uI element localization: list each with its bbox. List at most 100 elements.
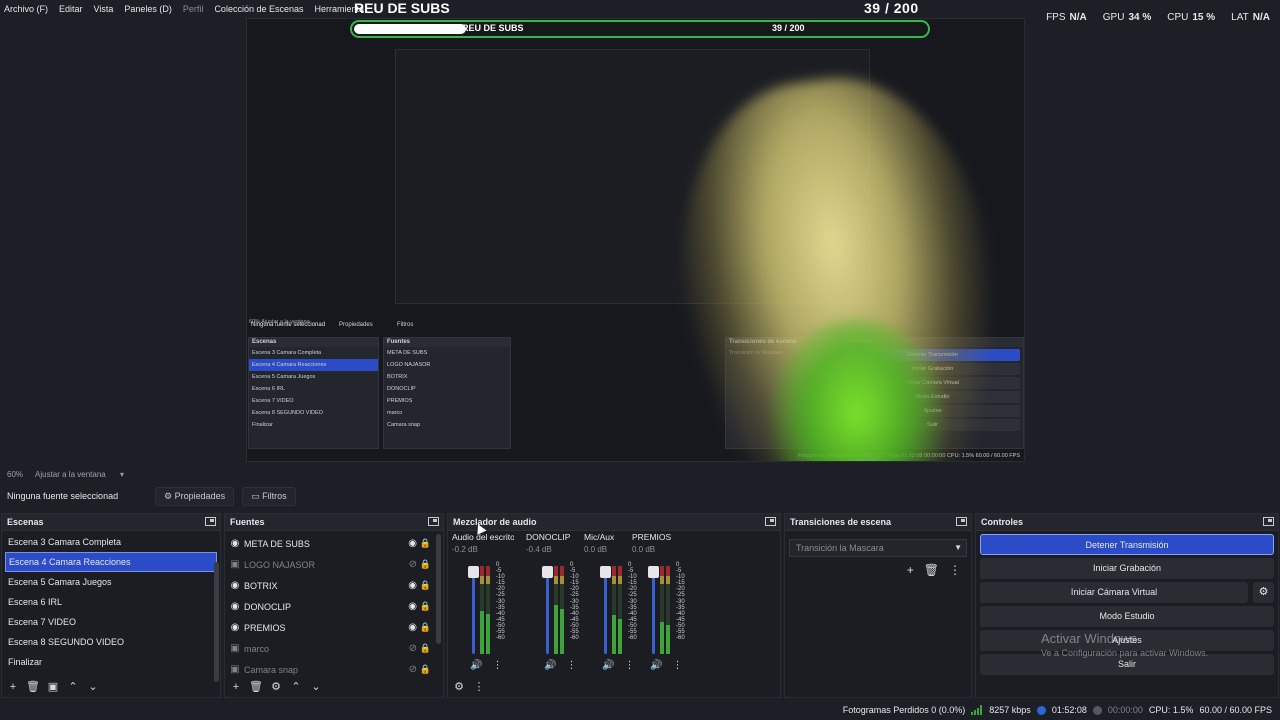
- eye-icon[interactable]: ◉: [408, 580, 417, 591]
- more-icon[interactable]: ⋮: [949, 563, 961, 577]
- audio-meter: [560, 566, 564, 654]
- lock-icon[interactable]: 🔒: [420, 601, 431, 612]
- speaker-icon[interactable]: 🔊: [602, 660, 614, 671]
- scene-item[interactable]: Escena 6 IRL: [2, 592, 220, 612]
- source-item[interactable]: ▣ marco ⊘ 🔒: [225, 638, 443, 659]
- lock-icon[interactable]: 🔒: [420, 664, 431, 675]
- mixer-channel: Audio del escrito -0.2 dB 🔊 ⋮ 0 -5 -10 -15 -20 -2…: [452, 532, 514, 680]
- scene-item[interactable]: Escena 5 Camara Juegos: [2, 572, 220, 592]
- scenes-scrollbar[interactable]: [214, 562, 219, 682]
- meter-scale-tick: -60: [676, 635, 685, 642]
- undock-icon[interactable]: [765, 517, 776, 526]
- volume-slider[interactable]: [542, 566, 553, 654]
- add-icon[interactable]: +: [229, 680, 243, 694]
- volume-slider-handle[interactable]: [468, 566, 479, 578]
- menu-paneles[interactable]: Paneles (D): [124, 4, 172, 14]
- trash-icon[interactable]: 🗑: [249, 680, 263, 694]
- source-item[interactable]: ◉ BOTRIX ◉ 🔒: [225, 575, 443, 596]
- lock-icon[interactable]: 🔒: [420, 559, 431, 570]
- mixer-title: Mezclador de audio: [453, 517, 537, 527]
- source-name: BOTRIX: [244, 580, 278, 591]
- transition-value: Transición la Mascara: [796, 543, 884, 553]
- lock-icon[interactable]: 🔒: [420, 622, 431, 633]
- lock-icon[interactable]: 🔒: [420, 538, 431, 549]
- more-icon[interactable]: ⋮: [672, 660, 682, 671]
- source-icon: ◉: [230, 601, 240, 612]
- speaker-icon[interactable]: 🔊: [544, 660, 556, 671]
- filters-button[interactable]: ▭ Filtros: [242, 486, 296, 506]
- preview-canvas[interactable]: 60% Ajustar a la ventana Ninguna fuente …: [246, 18, 1025, 462]
- source-item[interactable]: ◉ META DE SUBS ◉ 🔒: [225, 533, 443, 554]
- eye-icon[interactable]: ◉: [408, 622, 417, 633]
- chevron-down-icon[interactable]: ⌄: [309, 680, 323, 694]
- stop-stream-button[interactable]: Detener Transmisión: [980, 534, 1274, 555]
- transition-select[interactable]: Transición la Mascara ▼: [789, 539, 967, 557]
- channel-db: 0.0 dB: [632, 545, 656, 554]
- add-icon[interactable]: +: [6, 680, 20, 694]
- volume-slider[interactable]: [468, 566, 479, 654]
- source-icon: ◉: [230, 580, 240, 591]
- channel-name: PREMIOS: [632, 532, 672, 542]
- gear-icon[interactable]: ⚙: [269, 680, 283, 694]
- scene-item[interactable]: Escena 3 Camara Completa: [2, 532, 220, 552]
- volume-slider-handle[interactable]: [648, 566, 659, 578]
- scene-item-selected[interactable]: Escena 4 Camara Reacciones: [5, 552, 217, 572]
- chevron-down-icon[interactable]: ⌄: [86, 680, 100, 694]
- mini-scenes-panel: Escenas Escena 3 Camara Completa Escena …: [248, 337, 379, 449]
- sources-scrollbar[interactable]: [436, 534, 441, 644]
- speaker-icon[interactable]: 🔊: [650, 660, 662, 671]
- source-item[interactable]: ◉ PREMIOS ◉ 🔒: [225, 617, 443, 638]
- chevron-up-icon[interactable]: ⌃: [66, 680, 80, 694]
- undock-icon[interactable]: [1263, 517, 1274, 526]
- eye-icon[interactable]: ◉: [408, 601, 417, 612]
- overlay-title: REU DE SUBS: [354, 0, 450, 16]
- menu-editar[interactable]: Editar: [59, 4, 83, 14]
- zoom-fit-dropdown[interactable]: Ajustar a la ventana ▾: [35, 470, 136, 479]
- undock-icon[interactable]: [956, 517, 967, 526]
- start-recording-button[interactable]: Iniciar Grabación: [980, 558, 1274, 579]
- mini-filters: Filtros: [397, 322, 414, 328]
- undock-icon[interactable]: [428, 517, 439, 526]
- source-item[interactable]: ◉ DONOCLIP ◉ 🔒: [225, 596, 443, 617]
- transitions-dock: Transiciones de escena Transición la Mas…: [784, 513, 972, 698]
- scene-item[interactable]: Finalizar: [2, 652, 220, 672]
- menu-vista[interactable]: Vista: [94, 4, 114, 14]
- eye-off-icon[interactable]: ⊘: [409, 664, 417, 675]
- speaker-icon[interactable]: 🔊: [470, 660, 482, 671]
- volume-slider-handle[interactable]: [600, 566, 611, 578]
- filter-icon[interactable]: ▣: [46, 680, 60, 694]
- properties-button[interactable]: ⚙ Propiedades: [155, 486, 235, 506]
- trash-icon[interactable]: 🗑: [924, 563, 939, 577]
- filter-icon: ▭: [251, 490, 260, 501]
- volume-slider[interactable]: [648, 566, 659, 654]
- meter-scale-tick: -40: [496, 610, 505, 617]
- menu-archivo[interactable]: Archivo (F): [4, 4, 48, 14]
- scene-item[interactable]: Escena 8 SEGUNDO VIDEO: [2, 632, 220, 652]
- eye-off-icon[interactable]: ⊘: [409, 559, 417, 570]
- more-icon[interactable]: ⋮: [566, 660, 576, 671]
- record-status-icon: [1092, 705, 1102, 715]
- eye-icon[interactable]: ◉: [408, 538, 417, 549]
- gear-icon[interactable]: ⚙: [1253, 582, 1274, 603]
- scene-item[interactable]: Escena 7 VIDEO: [2, 612, 220, 632]
- volume-slider[interactable]: [600, 566, 611, 654]
- gear-icon[interactable]: ⚙: [452, 680, 466, 694]
- lock-icon[interactable]: 🔒: [420, 643, 431, 654]
- lock-icon[interactable]: 🔒: [420, 580, 431, 591]
- volume-slider-handle[interactable]: [542, 566, 553, 578]
- watermark-line2: Ve a Configuración para activar Windows.: [1041, 648, 1209, 658]
- add-icon[interactable]: +: [907, 563, 914, 577]
- menu-perfil[interactable]: Perfil: [183, 4, 204, 14]
- more-icon[interactable]: ⋮: [492, 660, 502, 671]
- menu-coleccion-escenas[interactable]: Colección de Escenas: [214, 4, 303, 14]
- trash-icon[interactable]: 🗑: [26, 680, 40, 694]
- eye-off-icon[interactable]: ⊘: [409, 643, 417, 654]
- mini-controls-panel: Controles Detener Transmisión Iniciar Gr…: [841, 337, 1024, 449]
- channel-controls: 🔊 ⋮: [470, 660, 502, 671]
- more-icon[interactable]: ⋮: [472, 680, 486, 694]
- chevron-up-icon[interactable]: ⌃: [289, 680, 303, 694]
- undock-icon[interactable]: [205, 517, 216, 526]
- start-virtual-camera-button[interactable]: Iniciar Cámara Virtual: [980, 582, 1248, 603]
- source-item[interactable]: ▣ LOGO NAJASOR ⊘ 🔒: [225, 554, 443, 575]
- studio-mode-button[interactable]: Modo Estudio: [980, 606, 1274, 627]
